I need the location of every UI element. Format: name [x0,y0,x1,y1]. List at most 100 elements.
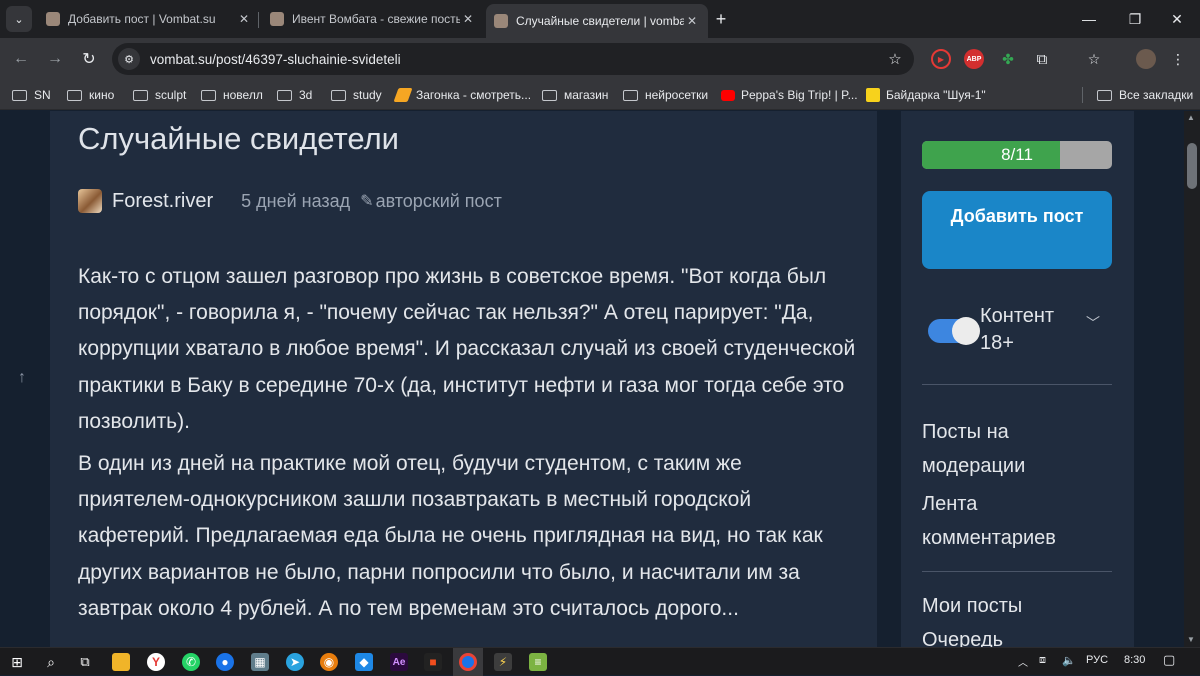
link-queue[interactable]: Очередь [922,623,1112,647]
adult-content-toggle[interactable] [928,317,980,345]
bookmark-label: магазин [564,88,609,102]
telegram-icon[interactable]: ➤ [286,653,304,671]
launcher-icon[interactable]: ⚡ [494,653,512,671]
bookmark-star-icon[interactable]: ☆ [882,50,908,68]
progress-label: 8/11 [1001,145,1033,164]
post-body: Как-то с отцом зашел разговор про жизнь … [78,259,858,633]
calculator-icon[interactable]: ▦ [251,653,269,671]
bookmark-folder-shop[interactable]: магазин [542,86,608,104]
show-hidden-icons[interactable]: ︿ [1018,654,1028,669]
bookmark-folder-sculpt[interactable]: sculpt [133,86,186,104]
bookmark-folder-neuro[interactable]: нейросетки [623,86,708,104]
close-tab-icon[interactable]: ✕ [460,12,476,26]
minimize-button[interactable]: — [1066,0,1112,38]
all-bookmarks-button[interactable]: Все закладки [1097,86,1193,104]
language-indicator[interactable]: РУС [1086,654,1108,666]
vombat-favicon-icon [494,14,508,28]
back-button[interactable]: ← [8,46,34,72]
file-explorer-icon[interactable] [112,653,130,671]
close-tab-icon[interactable]: ✕ [236,12,252,26]
bookmark-peppa[interactable]: Peppa's Big Trip! | P... [721,86,858,104]
bookmark-baidarka[interactable]: Байдарка "Шуя-1" [866,86,986,104]
pencil-icon: ✎ [360,193,374,210]
folder-icon [542,89,557,101]
folder-icon [623,89,638,101]
folder-icon [133,89,148,101]
tab-search-button[interactable]: ⌄ [6,6,32,32]
bookmarks-bar: SN кино sculpt новелл 3d study Загонка -… [0,80,1200,110]
forward-button[interactable]: → [42,46,68,72]
chrome-icon[interactable] [459,653,477,671]
toggle-knob [952,317,980,345]
bookmark-folder-study[interactable]: study [331,86,382,104]
bookmark-label: нейросетки [645,88,709,102]
bookmark-zagonka[interactable]: Загонка - смотреть... [393,86,531,104]
vombat-favicon-icon [270,12,284,26]
tab-event[interactable]: Ивент Вомбата - свежие посты ✕ [262,4,484,34]
bookmark-label: SN [34,88,51,102]
figma-icon[interactable]: ■ [424,653,442,671]
chevron-down-icon[interactable]: ﹀ [1086,313,1100,333]
close-tab-icon[interactable]: ✕ [684,14,700,28]
post-card: Случайные свидетели Forest.river 5 дней … [50,111,877,647]
link-my-posts[interactable]: Мои посты [922,589,1112,623]
scroll-up-arrow-icon[interactable]: ▲ [1187,113,1195,122]
author-name[interactable]: Forest.river [112,190,213,213]
extensions-puzzle-icon[interactable]: ⧉ [1032,49,1052,69]
address-bar[interactable]: ⚙ vombat.su/post/46397-sluchainie-svidet… [112,43,914,75]
menu-kebab-icon[interactable]: ⋮ [1168,49,1188,69]
whatsapp-icon[interactable]: ✆ [182,653,200,671]
volume-icon[interactable]: 🔈 [1062,654,1076,667]
after-effects-icon[interactable]: Ae [390,653,408,671]
scroll-down-arrow-icon[interactable]: ▼ [1187,635,1195,644]
bookmarks-divider [1082,87,1083,103]
network-icon[interactable]: ⧈ [1039,654,1046,667]
youtube-icon [721,89,735,101]
search-icon[interactable]: ⌕ [42,653,60,671]
tab-title: Добавить пост | Vombat.su [68,12,216,26]
post-time: 5 дней назад [241,190,351,211]
clock-time[interactable]: 8:30 [1124,654,1145,666]
restore-button[interactable]: ❐ [1112,0,1158,38]
bookmark-folder-sn[interactable]: SN [12,86,51,104]
notes-icon[interactable]: ≡ [529,653,547,671]
scrollbar-thumb[interactable] [1187,143,1197,189]
color-extension-icon[interactable]: ✤ [998,49,1018,69]
windows-start-icon[interactable]: ⊞ [8,653,26,671]
record-extension-icon[interactable]: ▶ [931,49,951,69]
sidebar-divider [922,571,1112,572]
profile-avatar[interactable] [1136,49,1156,69]
window-close-button[interactable]: ✕ [1154,0,1200,38]
add-post-button[interactable]: Добавить пост [922,191,1112,269]
right-sidebar: 8/11 Добавить пост Контент 18+ ﹀ Посты н… [901,111,1134,647]
bookmark-label: Все закладки [1119,88,1194,102]
task-view-icon[interactable]: ⧉ [76,653,94,671]
author-avatar[interactable] [78,189,102,213]
bookmark-folder-novell[interactable]: новелл [201,86,263,104]
reload-button[interactable]: ↻ [76,46,102,72]
page-scrollbar[interactable]: ▲ ▼ [1184,111,1200,647]
new-tab-button[interactable]: + [710,8,732,30]
bookmark-label: study [353,88,382,102]
post-meta: Forest.river 5 дней назад ✎ авторский по… [78,187,502,215]
link-moderation-posts[interactable]: Посты на модерации [922,415,1112,483]
url-text[interactable]: vombat.su/post/46397-sluchainie-svidetel… [150,52,882,67]
blender-icon[interactable]: ◉ [320,653,338,671]
browser-toolbar: ← → ↻ ⚙ vombat.su/post/46397-sluchainie-… [0,38,1200,80]
link-comments-feed[interactable]: Лента комментариев [922,487,1112,555]
scroll-to-top-icon[interactable]: ↑ [18,369,26,387]
folder-icon [201,89,216,101]
reading-list-icon[interactable]: ☆ [1084,49,1104,69]
tab-current-post[interactable]: Случайные свидетели | vombat ✕ [486,4,708,38]
yandex-browser-icon[interactable]: Y [147,653,165,671]
bookmark-folder-3d[interactable]: 3d [277,86,312,104]
app-icon[interactable]: ◆ [355,653,373,671]
notifications-icon[interactable]: ▢ [1163,652,1175,668]
bookmark-folder-kino[interactable]: кино [67,86,114,104]
adult-content-label: Контент 18+ [980,305,1055,354]
tab-add-post[interactable]: Добавить пост | Vombat.su ✕ [38,4,260,34]
chrome-alt-icon[interactable]: ● [216,653,234,671]
post-paragraph: Как-то с отцом зашел разговор про жизнь … [78,265,856,433]
site-info-icon[interactable]: ⚙ [118,48,140,70]
adblock-icon[interactable]: ABP [964,49,984,69]
